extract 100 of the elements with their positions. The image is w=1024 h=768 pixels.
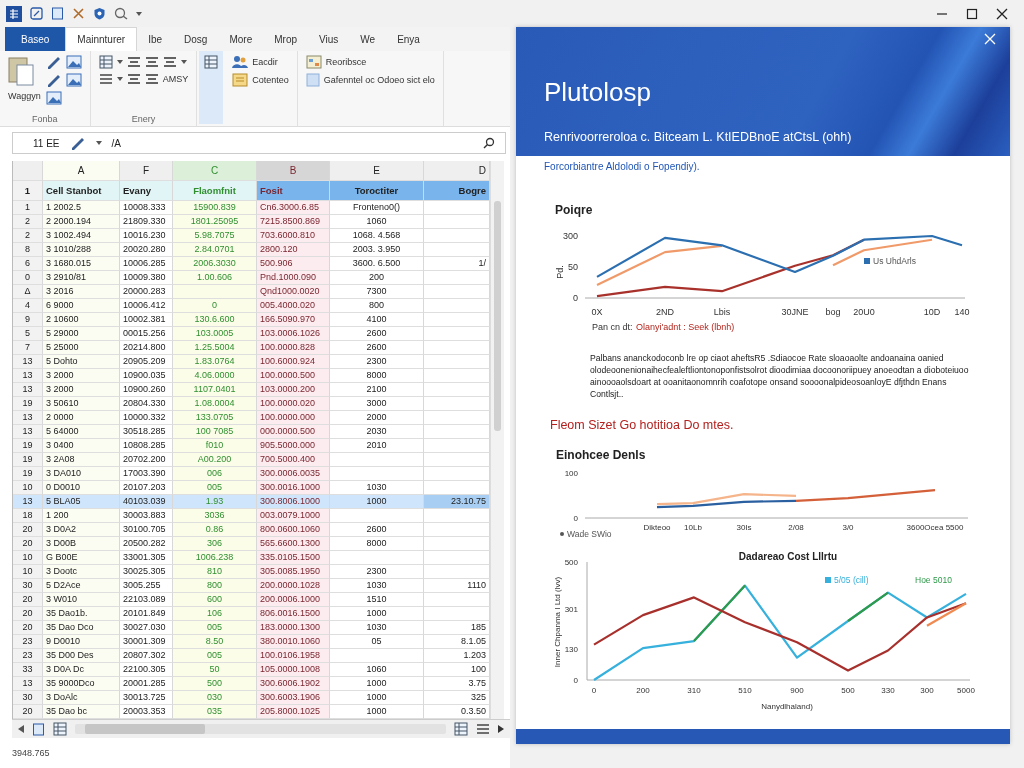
ribbon-tab[interactable]: More (218, 27, 264, 51)
row-number[interactable]: 7 (13, 341, 43, 355)
ribbon-tab[interactable]: Mrop (263, 27, 309, 51)
caret-icon[interactable] (116, 60, 123, 64)
shield-icon[interactable] (93, 7, 106, 20)
row-number[interactable]: 30 (13, 691, 43, 705)
row-number[interactable]: 13 (13, 495, 43, 509)
row-number[interactable]: 0 (13, 271, 43, 285)
ribbon-tab[interactable]: Vius (308, 27, 350, 51)
row-number[interactable]: 23 (13, 649, 43, 663)
row-number[interactable]: 19 (13, 439, 43, 453)
row-number[interactable]: 5 (13, 327, 43, 341)
column-header[interactable]: F (120, 161, 173, 181)
row-number[interactable]: 33 (13, 663, 43, 677)
picture-icon[interactable] (65, 55, 82, 69)
align-icon[interactable] (162, 56, 177, 68)
row-number[interactable]: 13 (13, 355, 43, 369)
edit-icon[interactable] (30, 7, 43, 20)
align-icon[interactable] (144, 73, 159, 85)
table-icon[interactable] (204, 55, 219, 69)
list-icon[interactable] (476, 723, 490, 735)
column-header[interactable]: D (424, 161, 490, 181)
row-number[interactable]: 20 (13, 593, 43, 607)
row-number[interactable]: 9 (13, 313, 43, 327)
row-number[interactable]: 2 (13, 229, 43, 243)
table-icon[interactable] (454, 722, 468, 736)
align-icon[interactable] (126, 56, 141, 68)
row-number[interactable]: 19 (13, 397, 43, 411)
row-number[interactable]: 1 (13, 201, 43, 215)
table-cell: 3 D00B (43, 537, 120, 551)
row-number[interactable]: 10 (13, 481, 43, 495)
list-icon[interactable] (98, 73, 113, 85)
calendar-icon[interactable] (305, 55, 322, 69)
row-number[interactable]: 6 (13, 257, 43, 271)
previous-icon[interactable] (18, 725, 24, 733)
pencil-icon[interactable] (45, 73, 62, 87)
people-icon[interactable] (232, 55, 249, 69)
ribbon-command[interactable]: Reoribsce (325, 57, 367, 67)
caret-icon[interactable] (180, 60, 187, 64)
ribbon-command[interactable]: Eacdir (252, 57, 278, 67)
caret-icon[interactable] (116, 77, 123, 81)
table-icon[interactable] (98, 55, 113, 69)
clipboard-icon[interactable] (8, 55, 34, 87)
row-number[interactable]: 10 (13, 551, 43, 565)
row-number[interactable]: 8 (13, 243, 43, 257)
table-cell: 3 1010/288 (43, 243, 120, 257)
pencil-icon[interactable] (69, 136, 86, 150)
row-number[interactable]: 20 (13, 607, 43, 621)
close-icon[interactable] (996, 7, 1008, 20)
row-number[interactable]: 18 (13, 509, 43, 523)
row-number[interactable]: 19 (13, 467, 43, 481)
align-icon[interactable] (126, 73, 141, 85)
column-header[interactable]: B (257, 161, 330, 181)
picture-icon[interactable] (45, 91, 62, 105)
ribbon-tab[interactable]: Ibe (137, 27, 174, 51)
horizontal-scrollbar[interactable] (75, 724, 446, 734)
document-icon[interactable] (51, 7, 64, 20)
ribbon-command[interactable]: Cotenteo (252, 75, 289, 85)
app-icon[interactable] (6, 5, 22, 22)
row-number[interactable]: 20 (13, 537, 43, 551)
caret-icon[interactable] (136, 11, 142, 16)
row-number[interactable]: 10 (13, 565, 43, 579)
row-number[interactable]: 30 (13, 579, 43, 593)
row-number[interactable]: 19 (13, 453, 43, 467)
ribbon-tab[interactable]: We (349, 27, 387, 51)
ribbon-command[interactable]: Gafenntel oc Odoeo sict elo (323, 75, 435, 85)
formula-bar[interactable]: 11 EE /A (12, 132, 506, 154)
row-number[interactable]: 13 (13, 677, 43, 691)
row-number[interactable]: 20 (13, 523, 43, 537)
row-number[interactable]: 13 (13, 369, 43, 383)
column-header[interactable]: C (173, 161, 257, 181)
row-number[interactable]: 4 (13, 299, 43, 313)
column-header[interactable]: A (43, 161, 120, 181)
table-cell: 200 (330, 271, 424, 285)
vertical-scrollbar[interactable] (490, 161, 504, 719)
caret-icon[interactable] (95, 141, 102, 145)
row-number[interactable]: 20 (13, 621, 43, 635)
row-number[interactable]: Δ (13, 285, 43, 299)
row-number[interactable]: 2 (13, 215, 43, 229)
ribbon-tab[interactable]: Dosg (173, 27, 219, 51)
picture-icon[interactable] (65, 73, 82, 87)
legend-label: Us UhdArls (873, 256, 916, 266)
ribbon-tab[interactable]: Mainnturer (65, 27, 138, 51)
document-icon[interactable] (32, 722, 45, 736)
ribbon-tab[interactable]: Enya (386, 27, 431, 51)
header-cell: Toroctiter (330, 181, 424, 201)
next-icon[interactable] (498, 725, 504, 733)
column-header[interactable]: E (330, 161, 424, 181)
row-number[interactable]: 13 (13, 425, 43, 439)
row-number[interactable]: 20 (13, 705, 43, 719)
search-icon[interactable] (483, 137, 495, 149)
row-number[interactable]: 13 (13, 411, 43, 425)
row-number[interactable]: 13 (13, 383, 43, 397)
align-icon[interactable] (144, 56, 159, 68)
report-link[interactable]: Forcorbiantre Aldolodi o Fopendiy). (544, 161, 700, 172)
pencil-icon[interactable] (45, 55, 62, 69)
row-number[interactable]: 23 (13, 635, 43, 649)
maximize-icon[interactable] (966, 7, 978, 20)
file-tab[interactable]: Baseo (5, 27, 66, 51)
table-icon[interactable] (53, 722, 67, 736)
